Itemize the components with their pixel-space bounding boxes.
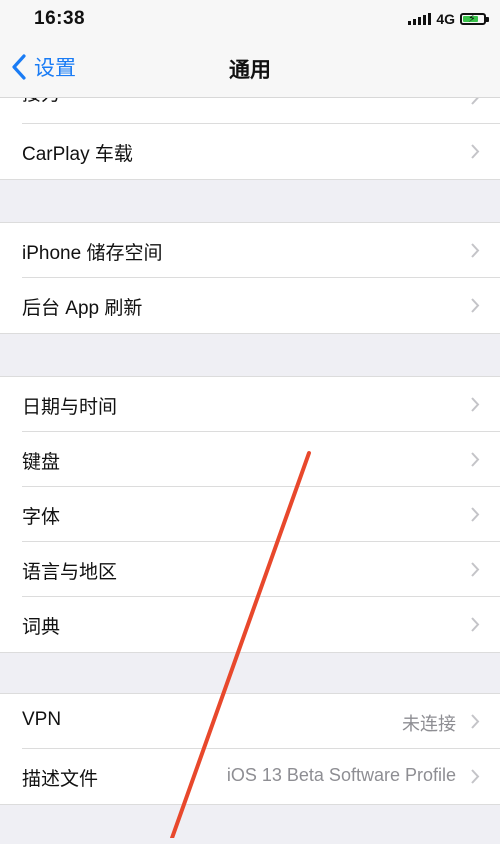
list-item-profiles[interactable]: 描述文件 iOS 13 Beta Software Profile (0, 749, 500, 804)
list-item-label: 语言与地区 (22, 562, 118, 583)
section-separator (0, 179, 500, 223)
chevron-right-icon (471, 562, 480, 577)
chevron-right-icon (471, 144, 480, 159)
chevron-right-icon (471, 714, 480, 729)
list-item-label: 接力 (22, 98, 60, 106)
list-item-label: 键盘 (22, 452, 61, 473)
status-bar: 16:38 4G ⚡ (0, 0, 500, 38)
list-item-iphone-storage[interactable]: iPhone 储存空间 (0, 223, 500, 278)
list-item-background-app-refresh[interactable]: 后台 App 刷新 (0, 278, 500, 333)
chevron-right-icon (471, 617, 480, 632)
profile-name-value: iOS 13 Beta Software Profile (226, 765, 456, 785)
navigation-bar: 设置 通用 (0, 38, 500, 98)
list-item-label: 后台 App 刷新 (22, 298, 143, 319)
settings-list: 接力 CarPlay 车载 iPhone 储存空间 后台 App 刷新 日期与时… (0, 98, 500, 844)
list-item-label: 字体 (22, 507, 61, 528)
list-item-keyboard[interactable]: 键盘 (0, 432, 500, 487)
chevron-right-icon (471, 507, 480, 522)
signal-bars-icon (408, 13, 432, 25)
list-item-vpn[interactable]: VPN 未连接 (0, 694, 500, 749)
list-item-date-time[interactable]: 日期与时间 (0, 377, 500, 432)
chevron-right-icon (471, 769, 480, 784)
list-item-label: 词典 (22, 617, 61, 638)
list-item-dictionary[interactable]: 词典 (0, 597, 500, 652)
status-time: 16:38 (34, 8, 86, 29)
list-item-handoff[interactable]: 接力 (0, 98, 500, 124)
section-separator (0, 804, 500, 844)
section-separator (0, 652, 500, 694)
chevron-right-icon (471, 452, 480, 467)
list-item-carplay[interactable]: CarPlay 车载 (0, 124, 500, 179)
list-item-language-region[interactable]: 语言与地区 (0, 542, 500, 597)
battery-charging-icon: ⚡ (460, 13, 489, 25)
list-item-label: 日期与时间 (22, 397, 118, 418)
chevron-right-icon (471, 98, 479, 105)
list-item-fonts[interactable]: 字体 (0, 487, 500, 542)
chevron-right-icon (471, 298, 480, 313)
chevron-right-icon (471, 397, 480, 412)
list-item-label: CarPlay 车载 (22, 144, 133, 165)
page-title: 通用 (229, 59, 271, 82)
status-indicators: 4G ⚡ (408, 11, 489, 27)
network-type: 4G (436, 11, 455, 27)
section-separator (0, 333, 500, 377)
list-item-label: VPN (22, 709, 62, 730)
chevron-right-icon (471, 243, 480, 258)
list-item-label: iPhone 储存空间 (22, 243, 163, 264)
vpn-status-value: 未连接 (402, 714, 456, 734)
list-item-label: 描述文件 (22, 769, 99, 790)
